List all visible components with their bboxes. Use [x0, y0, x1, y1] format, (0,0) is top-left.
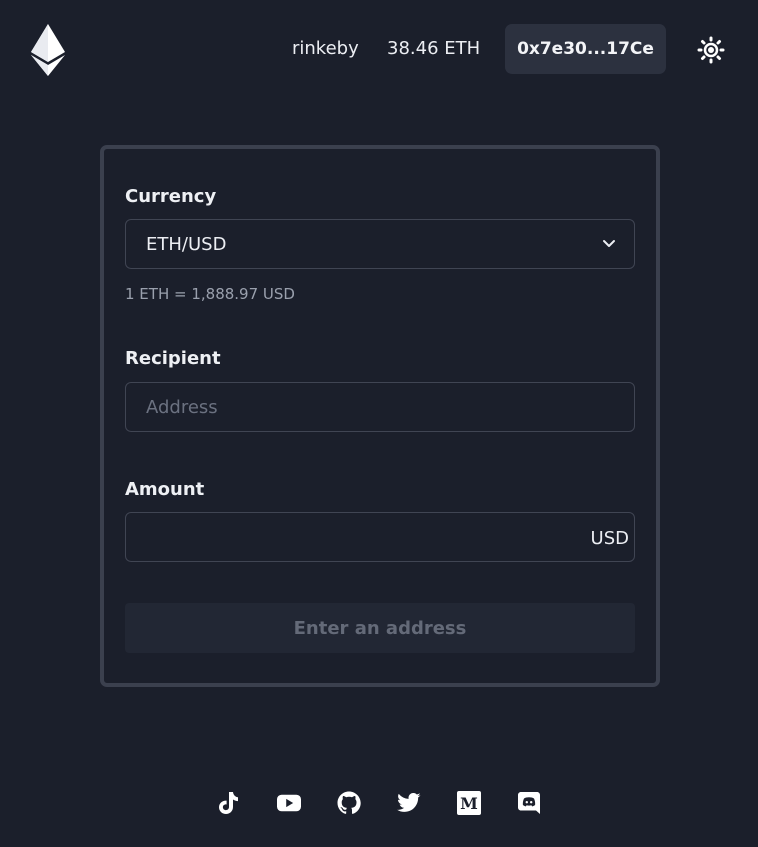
- footer-social-links: M: [0, 785, 758, 821]
- chevron-down-icon: [603, 240, 615, 247]
- currency-select-value: ETH/USD: [146, 233, 227, 255]
- twitter-icon[interactable]: [397, 791, 421, 815]
- account-button[interactable]: 0x7e30...17Ce: [505, 24, 666, 74]
- amount-input[interactable]: [126, 513, 634, 561]
- recipient-label: Recipient: [125, 348, 221, 369]
- github-icon[interactable]: [337, 791, 361, 815]
- header: rinkeby 38.46 ETH 0x7e30...17Ce: [0, 0, 758, 100]
- submit-button[interactable]: Enter an address: [125, 603, 635, 653]
- amount-label: Amount: [125, 479, 205, 500]
- currency-label: Currency: [125, 186, 217, 207]
- youtube-icon[interactable]: [277, 791, 301, 815]
- svg-text:M: M: [460, 794, 478, 813]
- recipient-field[interactable]: [125, 382, 635, 432]
- discord-icon[interactable]: [517, 791, 541, 815]
- amount-field[interactable]: USD: [125, 512, 635, 562]
- payment-form-card: Currency ETH/USD 1 ETH = 1,888.97 USD Re…: [100, 145, 660, 687]
- ethereum-logo-icon[interactable]: [30, 24, 66, 76]
- recipient-input[interactable]: [126, 383, 634, 431]
- sun-icon[interactable]: [697, 36, 725, 64]
- tiktok-icon[interactable]: [217, 791, 241, 815]
- exchange-rate: 1 ETH = 1,888.97 USD: [125, 285, 295, 303]
- network-name: rinkeby: [292, 38, 359, 59]
- medium-icon[interactable]: M: [457, 791, 481, 815]
- wallet-balance: 38.46 ETH: [387, 38, 481, 59]
- amount-unit: USD: [590, 528, 629, 549]
- currency-select[interactable]: ETH/USD: [125, 219, 635, 269]
